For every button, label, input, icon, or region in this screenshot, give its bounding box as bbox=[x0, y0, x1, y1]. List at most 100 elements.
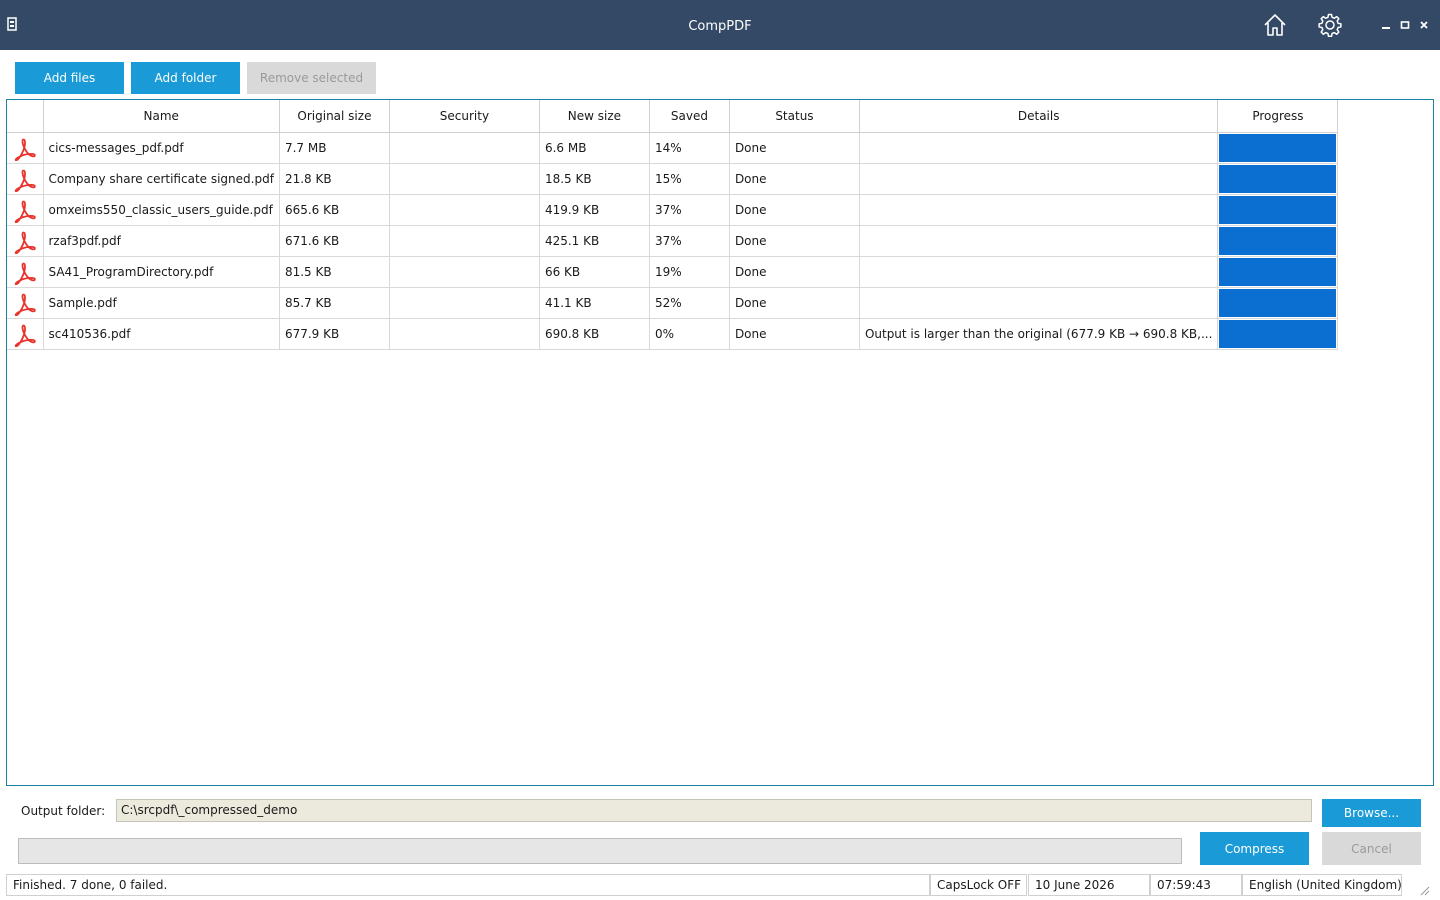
row-name: cics-messages_pdf.pdf bbox=[43, 132, 280, 164]
row-status: Done bbox=[729, 225, 860, 257]
status-time: 07:59:43 bbox=[1150, 874, 1242, 896]
file-grid[interactable]: Name Original size Security New size Sav… bbox=[6, 99, 1434, 786]
row-progress-bar bbox=[1219, 257, 1337, 286]
row-progress-bar bbox=[1219, 319, 1337, 348]
row-original-size: 7.7 MB bbox=[279, 132, 390, 164]
row-original-size: 665.6 KB bbox=[279, 194, 390, 226]
pdf-file-icon bbox=[14, 138, 36, 161]
row-security bbox=[389, 225, 540, 257]
status-bar: Finished. 7 done, 0 failed. CapsLock OFF… bbox=[0, 872, 1440, 900]
table-row[interactable]: omxeims550_classic_users_guide.pdf 665.6… bbox=[7, 194, 1339, 226]
status-date: 10 June 2026 bbox=[1028, 874, 1150, 896]
table-row[interactable]: SA41_ProgramDirectory.pdf 81.5 KB 66 KB … bbox=[7, 256, 1339, 288]
output-folder-label: Output folder: bbox=[21, 804, 106, 818]
row-original-size: 671.6 KB bbox=[279, 225, 390, 257]
header-new-size[interactable]: New size bbox=[539, 100, 650, 133]
header-progress[interactable]: Progress bbox=[1217, 100, 1339, 133]
minimize-icon bbox=[1382, 27, 1390, 29]
settings-button[interactable] bbox=[1313, 8, 1347, 42]
row-saved: 15% bbox=[649, 163, 730, 195]
table-header-row: Name Original size Security New size Sav… bbox=[7, 100, 1339, 133]
table-row[interactable]: Sample.pdf 85.7 KB 41.1 KB 52% Done bbox=[7, 287, 1339, 319]
table-row[interactable]: Company share certificate signed.pdf 21.… bbox=[7, 163, 1339, 195]
row-saved: 19% bbox=[649, 256, 730, 288]
pdf-file-icon bbox=[14, 293, 36, 316]
status-capslock: CapsLock OFF bbox=[930, 874, 1027, 896]
row-saved: 37% bbox=[649, 225, 730, 257]
row-progress-bar bbox=[1219, 164, 1337, 193]
minimize-button[interactable] bbox=[1377, 16, 1395, 34]
row-saved: 14% bbox=[649, 132, 730, 164]
home-icon bbox=[1264, 14, 1286, 36]
maximize-button[interactable] bbox=[1396, 16, 1414, 34]
pdf-file-icon bbox=[14, 200, 36, 223]
window-title: CompPDF bbox=[688, 19, 752, 34]
row-name: SA41_ProgramDirectory.pdf bbox=[43, 256, 280, 288]
remove-selected-button[interactable]: Remove selected bbox=[247, 62, 376, 94]
header-security[interactable]: Security bbox=[389, 100, 540, 133]
row-security bbox=[389, 256, 540, 288]
header-details[interactable]: Details bbox=[859, 100, 1219, 133]
row-new-size: 6.6 MB bbox=[539, 132, 650, 164]
row-progress bbox=[1217, 318, 1339, 350]
row-status: Done bbox=[729, 287, 860, 319]
row-new-size: 66 KB bbox=[539, 256, 650, 288]
home-button[interactable] bbox=[1258, 8, 1292, 42]
header-saved[interactable]: Saved bbox=[649, 100, 730, 133]
row-security bbox=[389, 132, 540, 164]
row-security bbox=[389, 287, 540, 319]
add-folder-button[interactable]: Add folder bbox=[131, 62, 240, 94]
header-name[interactable]: Name bbox=[43, 100, 280, 133]
compress-button[interactable]: Compress bbox=[1200, 832, 1309, 865]
row-details bbox=[859, 163, 1219, 195]
maximize-icon bbox=[1400, 21, 1410, 29]
row-icon-cell bbox=[7, 225, 44, 257]
pdf-file-icon bbox=[14, 169, 36, 192]
add-files-button[interactable]: Add files bbox=[15, 62, 124, 94]
header-status[interactable]: Status bbox=[729, 100, 860, 133]
row-status: Done bbox=[729, 132, 860, 164]
output-folder-field[interactable]: C:\srcpdf\_compressed_demo bbox=[116, 799, 1312, 822]
browse-button[interactable]: Browse... bbox=[1322, 799, 1421, 827]
title-bar: CompPDF bbox=[0, 0, 1440, 50]
table-row[interactable]: cics-messages_pdf.pdf 7.7 MB 6.6 MB 14% … bbox=[7, 132, 1339, 164]
row-progress bbox=[1217, 225, 1339, 257]
row-saved: 52% bbox=[649, 287, 730, 319]
resize-grip-icon[interactable] bbox=[1418, 884, 1430, 896]
row-security bbox=[389, 318, 540, 350]
row-new-size: 690.8 KB bbox=[539, 318, 650, 350]
row-progress-bar bbox=[1219, 226, 1337, 255]
row-icon-cell bbox=[7, 318, 44, 350]
row-original-size: 81.5 KB bbox=[279, 256, 390, 288]
row-name: Sample.pdf bbox=[43, 287, 280, 319]
pdf-file-icon bbox=[14, 262, 36, 285]
table-row[interactable]: sc410536.pdf 677.9 KB 690.8 KB 0% Done O… bbox=[7, 318, 1339, 350]
row-progress bbox=[1217, 132, 1339, 164]
row-original-size: 677.9 KB bbox=[279, 318, 390, 350]
row-progress bbox=[1217, 194, 1339, 226]
close-button[interactable] bbox=[1415, 16, 1433, 34]
header-original-size[interactable]: Original size bbox=[279, 100, 390, 133]
row-icon-cell bbox=[7, 256, 44, 288]
row-icon-cell bbox=[7, 132, 44, 164]
header-icon[interactable] bbox=[7, 100, 44, 133]
row-details bbox=[859, 225, 1219, 257]
row-status: Done bbox=[729, 318, 860, 350]
status-language: English (United Kingdom) bbox=[1242, 874, 1402, 896]
row-name: Company share certificate signed.pdf bbox=[43, 163, 280, 195]
row-saved: 0% bbox=[649, 318, 730, 350]
row-original-size: 21.8 KB bbox=[279, 163, 390, 195]
row-details bbox=[859, 132, 1219, 164]
row-new-size: 41.1 KB bbox=[539, 287, 650, 319]
row-progress-bar bbox=[1219, 133, 1337, 162]
row-status: Done bbox=[729, 194, 860, 226]
row-name: rzaf3pdf.pdf bbox=[43, 225, 280, 257]
row-new-size: 18.5 KB bbox=[539, 163, 650, 195]
pdf-file-icon bbox=[14, 324, 36, 347]
row-original-size: 85.7 KB bbox=[279, 287, 390, 319]
table-row[interactable]: rzaf3pdf.pdf 671.6 KB 425.1 KB 37% Done bbox=[7, 225, 1339, 257]
row-progress bbox=[1217, 287, 1339, 319]
row-status: Done bbox=[729, 256, 860, 288]
row-new-size: 419.9 KB bbox=[539, 194, 650, 226]
cancel-button[interactable]: Cancel bbox=[1322, 832, 1421, 865]
